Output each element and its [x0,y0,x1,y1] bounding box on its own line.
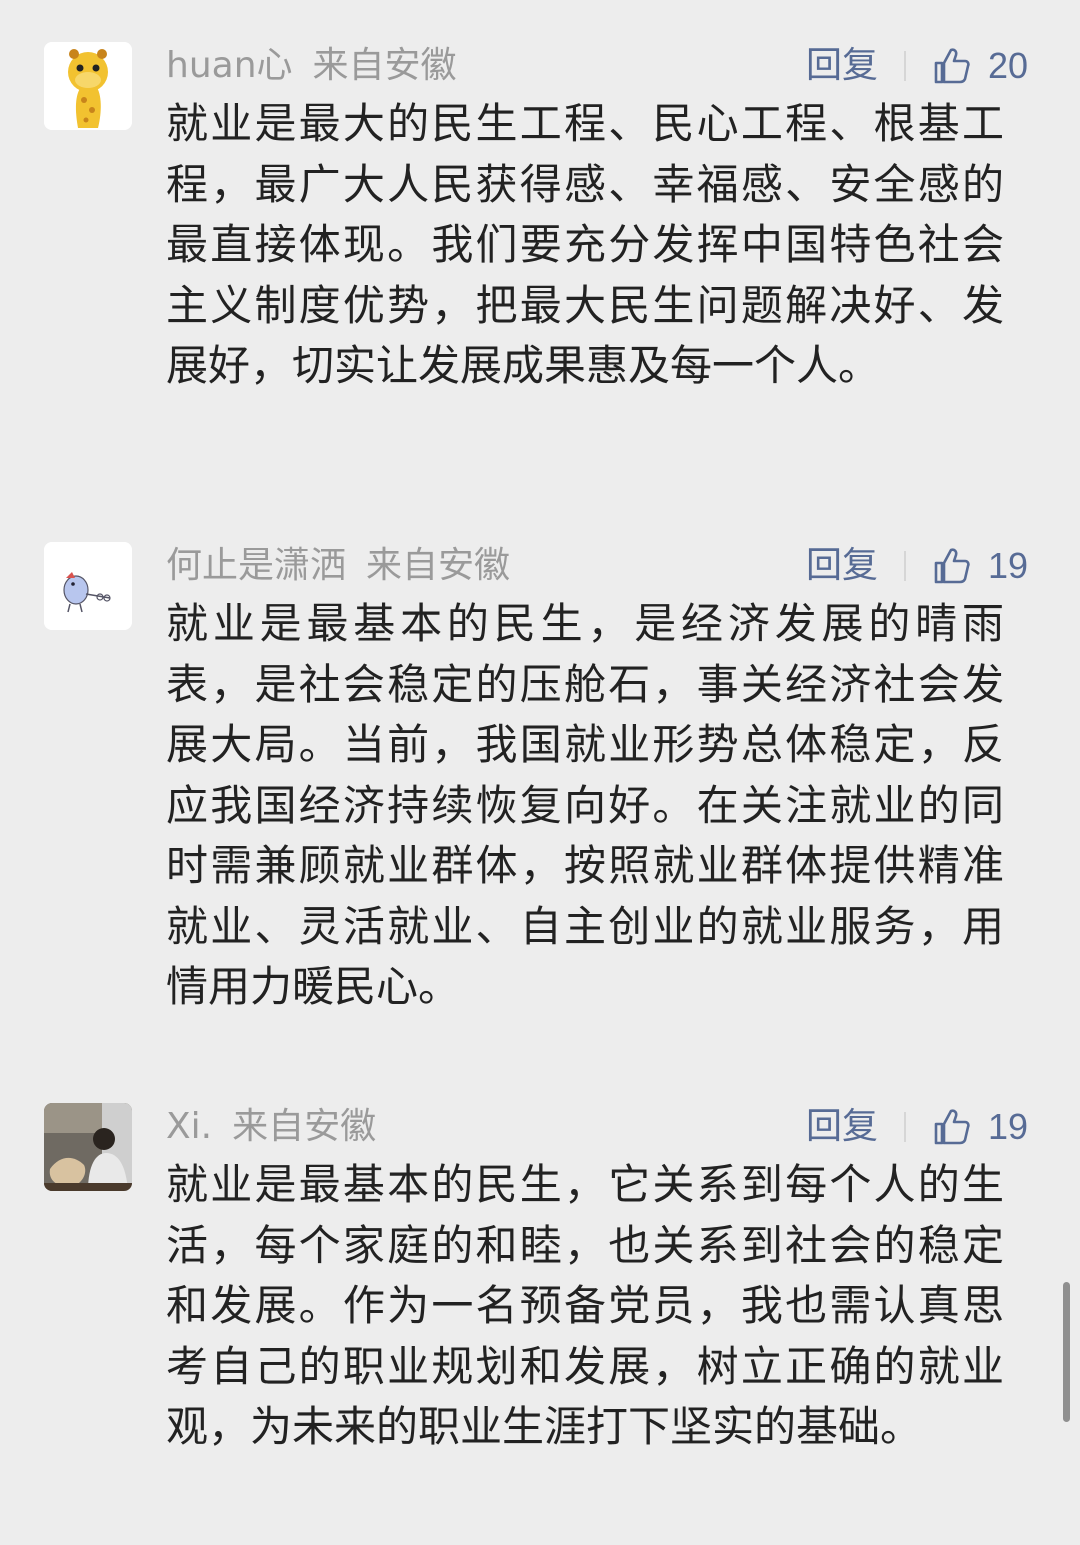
scrollbar[interactable] [1063,1282,1070,1422]
comment-text: 就业是最基本的民生，它关系到每个人的生活，每个家庭的和睦，也关系到社会的稳定和发… [166,1160,1004,1451]
comment-text: 就业是最基本的民生，是经济发展的晴雨表，是社会稳定的压舱石，事关经济社会发展大局… [166,599,1004,1011]
avatar[interactable] [44,42,132,130]
author-name[interactable]: 何止是潇洒 [166,545,346,586]
comment-text: 就业是最大的民生工程、民心工程、根基工程，最广大人民获得感、幸福感、安全感的最直… [166,99,1004,390]
comment-actions: 回复 19 [806,544,1028,588]
divider [903,51,906,81]
author-line: 何止是潇洒 来自安徽 [166,544,510,588]
like-count: 19 [987,545,1028,586]
divider [903,551,906,581]
like-button[interactable]: 19 [932,1105,1028,1149]
cartoon-bird-icon [44,542,132,630]
like-button[interactable]: 20 [932,44,1028,88]
thumbs-up-icon [934,48,970,84]
author-name[interactable]: Xi. [166,1106,212,1147]
thumbs-up-icon [934,548,970,584]
person-photo-icon [44,1103,132,1191]
avatar[interactable] [44,542,132,630]
giraffe-icon [44,42,132,130]
thumbs-up-icon [934,1109,970,1145]
comment-actions: 回复 20 [806,44,1028,88]
like-count: 19 [987,1106,1028,1147]
author-line: huan心 来自安徽 [166,44,457,88]
author-region: 来自安徽 [312,45,457,86]
author-name[interactable]: huan心 [166,45,293,86]
comment-actions: 回复 19 [806,1105,1028,1149]
like-count: 20 [987,45,1028,86]
reply-button[interactable]: 回复 [806,544,878,588]
reply-button[interactable]: 回复 [806,1105,878,1149]
author-line: Xi. 来自安徽 [166,1105,376,1149]
reply-button[interactable]: 回复 [806,44,878,88]
like-button[interactable]: 19 [932,544,1028,588]
avatar[interactable] [44,1103,132,1191]
author-region: 来自安徽 [232,1106,377,1147]
divider [903,1112,906,1142]
author-region: 来自安徽 [366,545,511,586]
